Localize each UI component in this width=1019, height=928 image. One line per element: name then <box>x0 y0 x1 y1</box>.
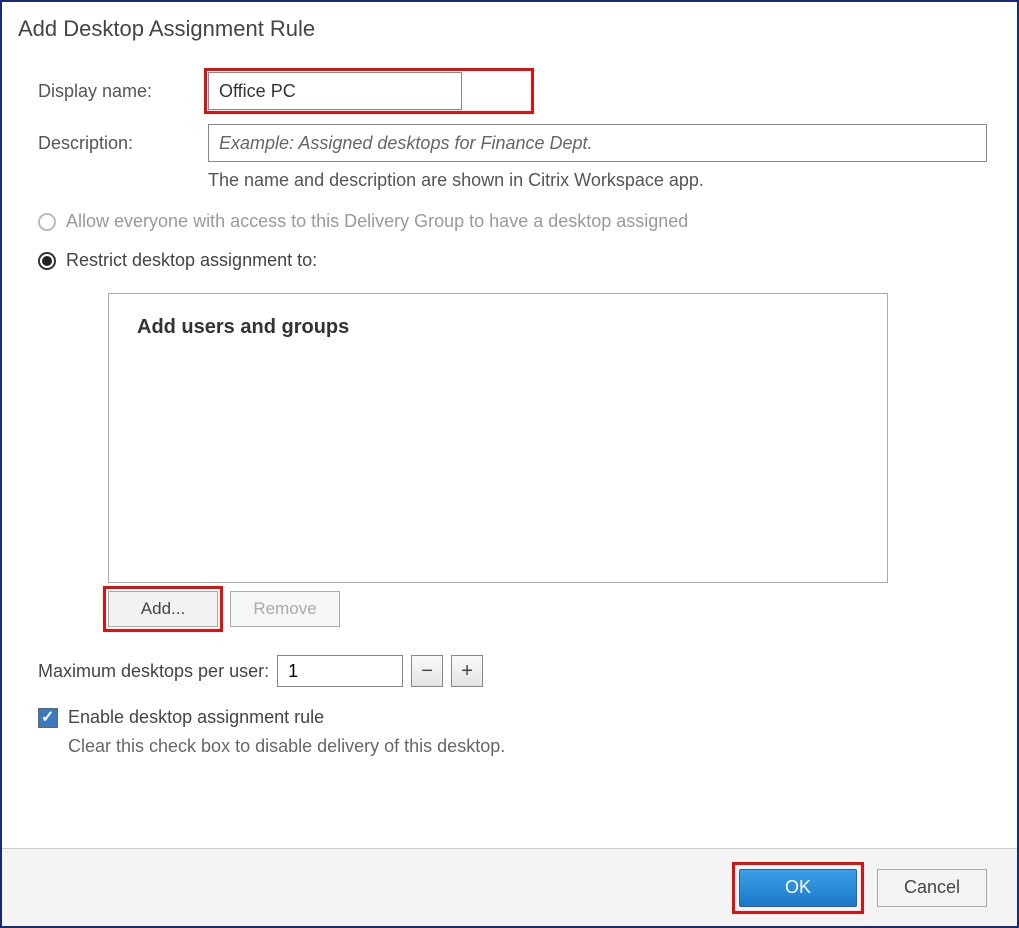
add-users-button[interactable]: Add... <box>108 591 218 627</box>
increment-button[interactable]: + <box>451 655 483 687</box>
decrement-button[interactable]: − <box>411 655 443 687</box>
radio-allow-everyone-control <box>38 213 56 231</box>
users-list-box[interactable]: Add users and groups <box>108 293 888 583</box>
display-name-input-wrap <box>208 72 987 110</box>
remove-users-button[interactable]: Remove <box>230 591 340 627</box>
add-button-wrap: Add... <box>108 591 218 627</box>
row-display-name: Display name: <box>38 72 987 110</box>
dialog-title: Add Desktop Assignment Rule <box>2 2 1017 42</box>
description-input[interactable] <box>208 124 987 162</box>
enable-rule-checkbox[interactable] <box>38 708 58 728</box>
radio-allow-everyone-label: Allow everyone with access to this Deliv… <box>66 211 688 232</box>
cancel-button[interactable]: Cancel <box>877 869 987 907</box>
radio-restrict[interactable]: Restrict desktop assignment to: <box>38 250 987 271</box>
dialog-footer: OK Cancel <box>2 848 1017 926</box>
radio-allow-everyone: Allow everyone with access to this Deliv… <box>38 211 987 232</box>
users-panel: Add users and groups Add... Remove <box>108 293 888 627</box>
dialog-content: Display name: Description: The name and … <box>2 42 1017 757</box>
label-description: Description: <box>38 133 208 154</box>
max-desktops-input[interactable] <box>277 655 403 687</box>
row-description: Description: <box>38 124 987 162</box>
dialog-add-desktop-assignment-rule: Add Desktop Assignment Rule Display name… <box>0 0 1019 928</box>
ok-button[interactable]: OK <box>739 869 857 907</box>
display-name-input[interactable] <box>208 72 462 110</box>
enable-rule-help: Clear this check box to disable delivery… <box>68 736 987 757</box>
radio-restrict-label: Restrict desktop assignment to: <box>66 250 317 271</box>
radio-restrict-control[interactable] <box>38 252 56 270</box>
ok-button-wrap: OK <box>739 869 857 907</box>
helper-text: The name and description are shown in Ci… <box>208 170 987 191</box>
row-max-desktops: Maximum desktops per user: − + <box>38 655 987 687</box>
label-display-name: Display name: <box>38 81 208 102</box>
row-enable-rule[interactable]: Enable desktop assignment rule <box>38 707 987 728</box>
users-box-title: Add users and groups <box>137 316 859 339</box>
users-buttons-row: Add... Remove <box>108 591 888 627</box>
enable-rule-label: Enable desktop assignment rule <box>68 707 324 728</box>
label-max-desktops: Maximum desktops per user: <box>38 661 269 682</box>
